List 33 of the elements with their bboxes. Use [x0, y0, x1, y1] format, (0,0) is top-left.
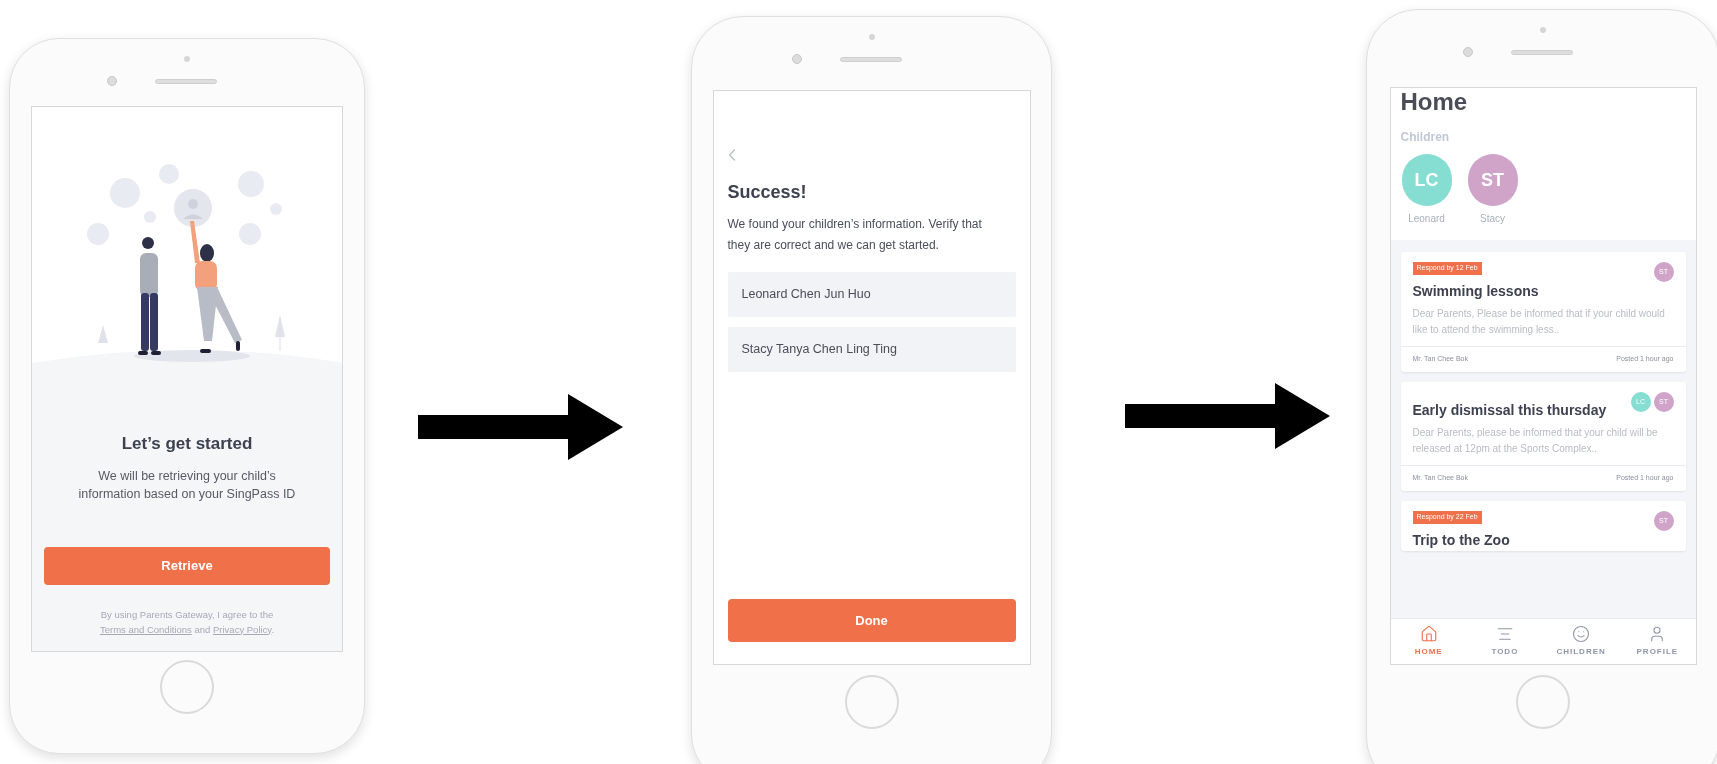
terms-link[interactable]: Terms and Conditions	[99, 623, 192, 635]
tab-bar-item[interactable]: HOME	[1390, 619, 1467, 664]
speaker-grille	[1511, 49, 1573, 55]
tab-bar-item[interactable]: CHILDREN	[1543, 619, 1620, 664]
right-arrow-icon	[1125, 383, 1330, 449]
right-arrow-icon	[418, 394, 623, 460]
tab-bar-item[interactable]: TODO	[1466, 619, 1543, 664]
post-title: Swimming lessons	[1412, 282, 1539, 301]
post-title: Early dismissal this thursday	[1412, 401, 1607, 420]
tab-bar-item[interactable]: PROFILE	[1619, 619, 1696, 664]
screen-title: Success!	[727, 181, 808, 204]
screen-title: Home	[1400, 88, 1469, 116]
retrieve-button[interactable]: Retrieve	[44, 546, 330, 585]
child-name-row[interactable]: Stacy Tanya Chen Ling Ting	[727, 327, 1016, 372]
speaker-grille	[839, 56, 902, 62]
consent-text: By using Parents Gateway, I agree to the Terms and Conditions and Privacy Policy.	[98, 607, 276, 637]
child-name: Stacy	[1480, 212, 1505, 226]
description-text: We will be retrieving your child’s information based on your SingPass ID	[77, 467, 297, 503]
section-label: Children	[1400, 129, 1451, 146]
post-excerpt: Dear Parents, please be informed that your child will be released at 12pm at the Sports Complex..	[1411, 426, 1659, 456]
screen-title: Let’s get started	[121, 433, 253, 455]
smiley-icon	[1572, 625, 1591, 643]
done-button[interactable]: Done	[727, 599, 1016, 642]
child-avatar[interactable]: ST	[1467, 154, 1518, 206]
speaker-grille	[155, 78, 217, 84]
child-name: Leonard	[1408, 212, 1445, 226]
description-text: We found your children’s information. Verify that they are correct and we can get started.	[727, 216, 983, 254]
child-avatar[interactable]: LC	[1401, 154, 1452, 206]
home-icon	[1419, 625, 1438, 643]
post-excerpt: Dear Parents, Please be informed that if your child would like to attend the swimming less..	[1411, 307, 1666, 337]
post-title: Trip to the Zoo	[1412, 531, 1510, 550]
child-name-row[interactable]: Leonard Chen Jun Huo	[727, 272, 1016, 317]
lines-icon	[1495, 625, 1514, 643]
